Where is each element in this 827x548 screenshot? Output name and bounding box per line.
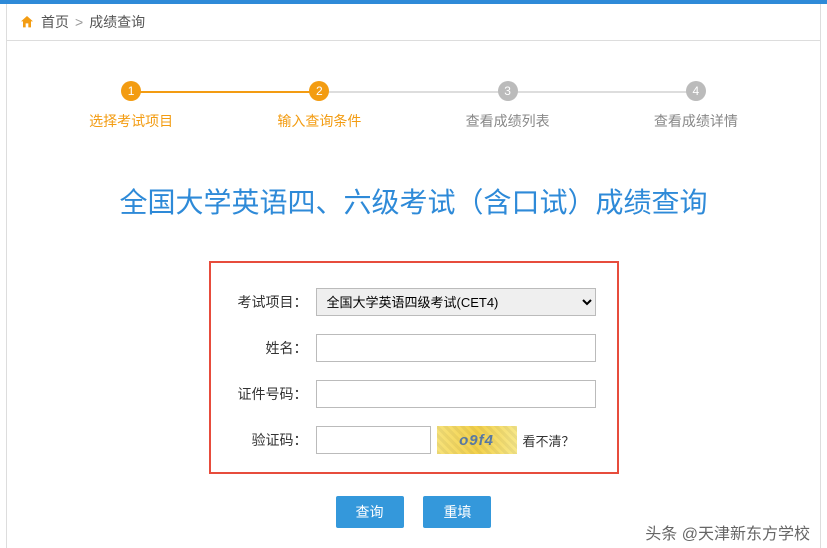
breadcrumb: 首页 > 成绩查询 [7, 4, 820, 41]
step-connector [508, 91, 696, 93]
exam-type-label: 考试项目： [231, 292, 316, 312]
row-exam-type: 考试项目： 全国大学英语四级考试(CET4) [231, 288, 597, 316]
step-connector [319, 91, 507, 93]
watermark-text: 头条 @天津新东方学校 [645, 520, 810, 544]
exam-type-select[interactable]: 全国大学英语四级考试(CET4) [316, 288, 596, 316]
name-input[interactable] [316, 334, 596, 362]
home-icon[interactable] [19, 14, 35, 30]
step-circle: 4 [686, 81, 706, 101]
query-form: 考试项目： 全国大学英语四级考试(CET4) 姓名： 证件号码： 验证码： o9 [209, 261, 619, 474]
step-2: 2 输入查询条件 [225, 81, 413, 131]
step-indicator: 1 选择考试项目 2 输入查询条件 3 查看成绩列表 4 查看成绩详情 [7, 41, 820, 151]
breadcrumb-home-link[interactable]: 首页 [41, 12, 69, 32]
captcha-label: 验证码： [231, 430, 316, 450]
step-connector [131, 91, 319, 93]
step-label: 选择考试项目 [37, 111, 225, 131]
reset-button[interactable]: 重填 [423, 496, 491, 528]
step-circle: 2 [309, 81, 329, 101]
name-label: 姓名： [231, 338, 316, 358]
step-label: 查看成绩详情 [602, 111, 790, 131]
page-title: 全国大学英语四、六级考试（含口试）成绩查询 [7, 181, 820, 221]
step-1: 1 选择考试项目 [37, 81, 225, 131]
breadcrumb-separator: > [75, 14, 83, 30]
step-label: 输入查询条件 [225, 111, 413, 131]
step-label: 查看成绩列表 [414, 111, 602, 131]
id-number-label: 证件号码： [231, 384, 316, 404]
row-id-number: 证件号码： [231, 380, 597, 408]
breadcrumb-current: 成绩查询 [89, 12, 145, 32]
step-3: 3 查看成绩列表 [414, 81, 602, 131]
captcha-image[interactable]: o9f4 [437, 426, 517, 454]
row-captcha: 验证码： o9f4 看不清？ [231, 426, 597, 454]
id-number-input[interactable] [316, 380, 596, 408]
query-button[interactable]: 查询 [336, 496, 404, 528]
step-circle: 3 [498, 81, 518, 101]
captcha-input[interactable] [316, 426, 431, 454]
step-4: 4 查看成绩详情 [602, 81, 790, 131]
step-circle: 1 [121, 81, 141, 101]
captcha-refresh-link[interactable]: 看不清？ [523, 431, 575, 450]
row-name: 姓名： [231, 334, 597, 362]
page-container: 首页 > 成绩查询 1 选择考试项目 2 输入查询条件 3 查看成绩列表 4 查… [6, 4, 821, 548]
